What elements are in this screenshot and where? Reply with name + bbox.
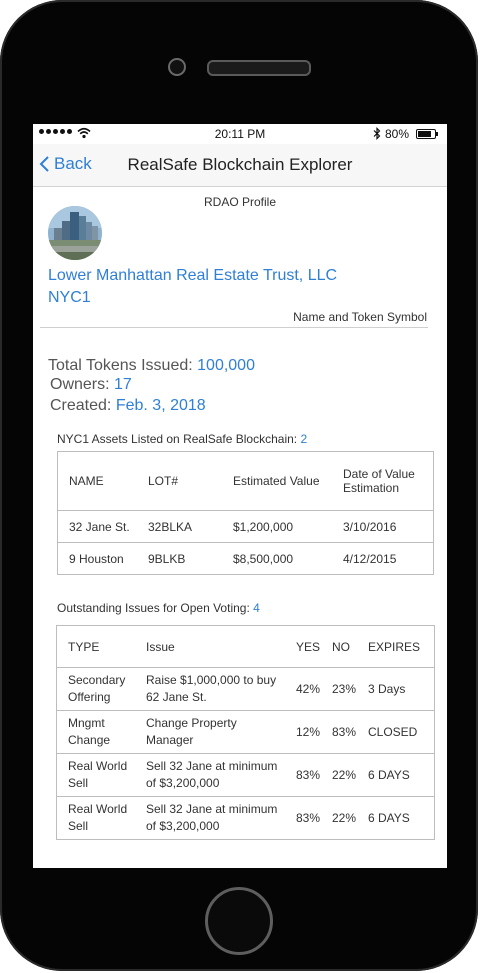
home-button[interactable] (205, 887, 273, 955)
issues-section-title: Outstanding Issues for Open Voting: 4 (57, 601, 260, 615)
column-header: NO (332, 639, 350, 654)
screen: 20:11 PM 80% Back RealSafe Blockchain Ex… (33, 124, 447, 868)
column-header: Date of Value Estimation (343, 467, 415, 495)
asset-value: $8,500,000 (233, 551, 294, 566)
issue-yes: 42% (296, 681, 321, 696)
total-tokens-value: 100,000 (197, 357, 255, 374)
assets-table: NAME LOT# Estimated Value Date of Value … (57, 451, 434, 575)
column-header: Issue (146, 639, 175, 654)
total-tokens-row: Total Tokens Issued: 100,000 (48, 357, 255, 375)
table-row[interactable]: Real World Sell Sell 32 Jane at minimum … (56, 754, 435, 797)
issue-yes: 83% (296, 810, 321, 825)
asset-lot: 32BLKA (148, 519, 193, 534)
asset-lot: 9BLKB (148, 551, 186, 566)
asset-date: 4/12/2015 (343, 551, 397, 566)
column-header: YES (296, 639, 321, 654)
issue-expires: 3 Days (368, 681, 406, 696)
front-camera (168, 58, 186, 76)
issues-count[interactable]: 4 (253, 601, 260, 615)
name-symbol-caption: Name and Token Symbol (293, 310, 427, 324)
owners-value[interactable]: 17 (114, 376, 132, 393)
owners-row: Owners: 17 (50, 376, 132, 394)
issue-expires: CLOSED (368, 724, 418, 739)
assets-section-title: NYC1 Assets Listed on RealSafe Blockchai… (57, 432, 307, 446)
status-bar: 20:11 PM 80% (33, 124, 447, 144)
issue-type: Mngmt Change (68, 716, 111, 747)
trust-name-link[interactable]: Lower Manhattan Real Estate Trust, LLC (48, 267, 337, 285)
asset-date: 3/10/2016 (343, 519, 397, 534)
table-header-row: TYPE Issue YES NO EXPIRES (56, 626, 435, 668)
issue-no: 83% (332, 724, 357, 739)
issue-expires: 6 DAYS (368, 810, 410, 825)
issue-description: Sell 32 Jane at minimum of $3,200,000 (146, 759, 278, 790)
asset-name: 9 Houston (69, 551, 124, 566)
issue-type: Real World Sell (68, 759, 128, 790)
battery-percent: 80% (385, 127, 410, 141)
table-row[interactable]: Real World Sell Sell 32 Jane at minimum … (56, 797, 435, 840)
avatar (48, 206, 102, 260)
table-row[interactable]: Secondary Offering Raise $1,000,000 to b… (56, 668, 435, 711)
asset-name: 32 Jane St. (69, 519, 130, 534)
table-row[interactable]: Mngmt Change Change Property Manager 12%… (56, 711, 435, 754)
issue-type: Secondary Offering (68, 673, 126, 704)
table-header-row: NAME LOT# Estimated Value Date of Value … (57, 452, 434, 511)
column-header: Estimated Value (233, 474, 320, 488)
issue-expires: 6 DAYS (368, 767, 410, 782)
issue-description: Change Property Manager (146, 716, 237, 747)
battery-icon (416, 129, 438, 139)
column-header: LOT# (148, 474, 179, 488)
created-row: Created: Feb. 3, 2018 (50, 397, 206, 415)
issue-description: Raise $1,000,000 to buy 62 Jane St. (146, 673, 277, 704)
assets-count[interactable]: 2 (300, 432, 307, 446)
issue-no: 22% (332, 767, 357, 782)
bluetooth-icon (373, 127, 381, 140)
assets-title-label: NYC1 Assets Listed on RealSafe Blockchai… (57, 432, 298, 446)
issue-yes: 83% (296, 767, 321, 782)
token-symbol-link[interactable]: NYC1 (48, 289, 91, 307)
navigation-bar: Back RealSafe Blockchain Explorer (33, 144, 447, 187)
profile-section-label: RDAO Profile (203, 195, 277, 209)
table-row[interactable]: 9 Houston 9BLKB $8,500,000 4/12/2015 (57, 543, 434, 575)
issue-description: Sell 32 Jane at minimum of $3,200,000 (146, 802, 278, 833)
divider (40, 327, 428, 328)
column-header: NAME (69, 474, 104, 488)
city-skyline-image (48, 206, 102, 260)
created-value: Feb. 3, 2018 (115, 397, 206, 414)
issue-type: Real World Sell (68, 802, 128, 833)
issue-yes: 12% (296, 724, 321, 739)
total-tokens-label: Total Tokens Issued: (48, 357, 193, 374)
issue-no: 22% (332, 810, 357, 825)
owners-label: Owners: (50, 376, 110, 393)
table-row[interactable]: 32 Jane St. 32BLKA $1,200,000 3/10/2016 (57, 511, 434, 543)
issues-table: TYPE Issue YES NO EXPIRES Secondary Offe… (56, 625, 435, 840)
issue-no: 23% (332, 681, 357, 696)
asset-value: $1,200,000 (233, 519, 294, 534)
created-label: Created: (50, 397, 112, 414)
column-header: TYPE (68, 639, 100, 654)
earpiece-speaker (207, 60, 311, 76)
phone-frame: 20:11 PM 80% Back RealSafe Blockchain Ex… (0, 0, 478, 971)
page-title: RealSafe Blockchain Explorer (127, 155, 353, 174)
column-header: EXPIRES (368, 639, 421, 654)
issues-title-label: Outstanding Issues for Open Voting: (57, 601, 250, 615)
